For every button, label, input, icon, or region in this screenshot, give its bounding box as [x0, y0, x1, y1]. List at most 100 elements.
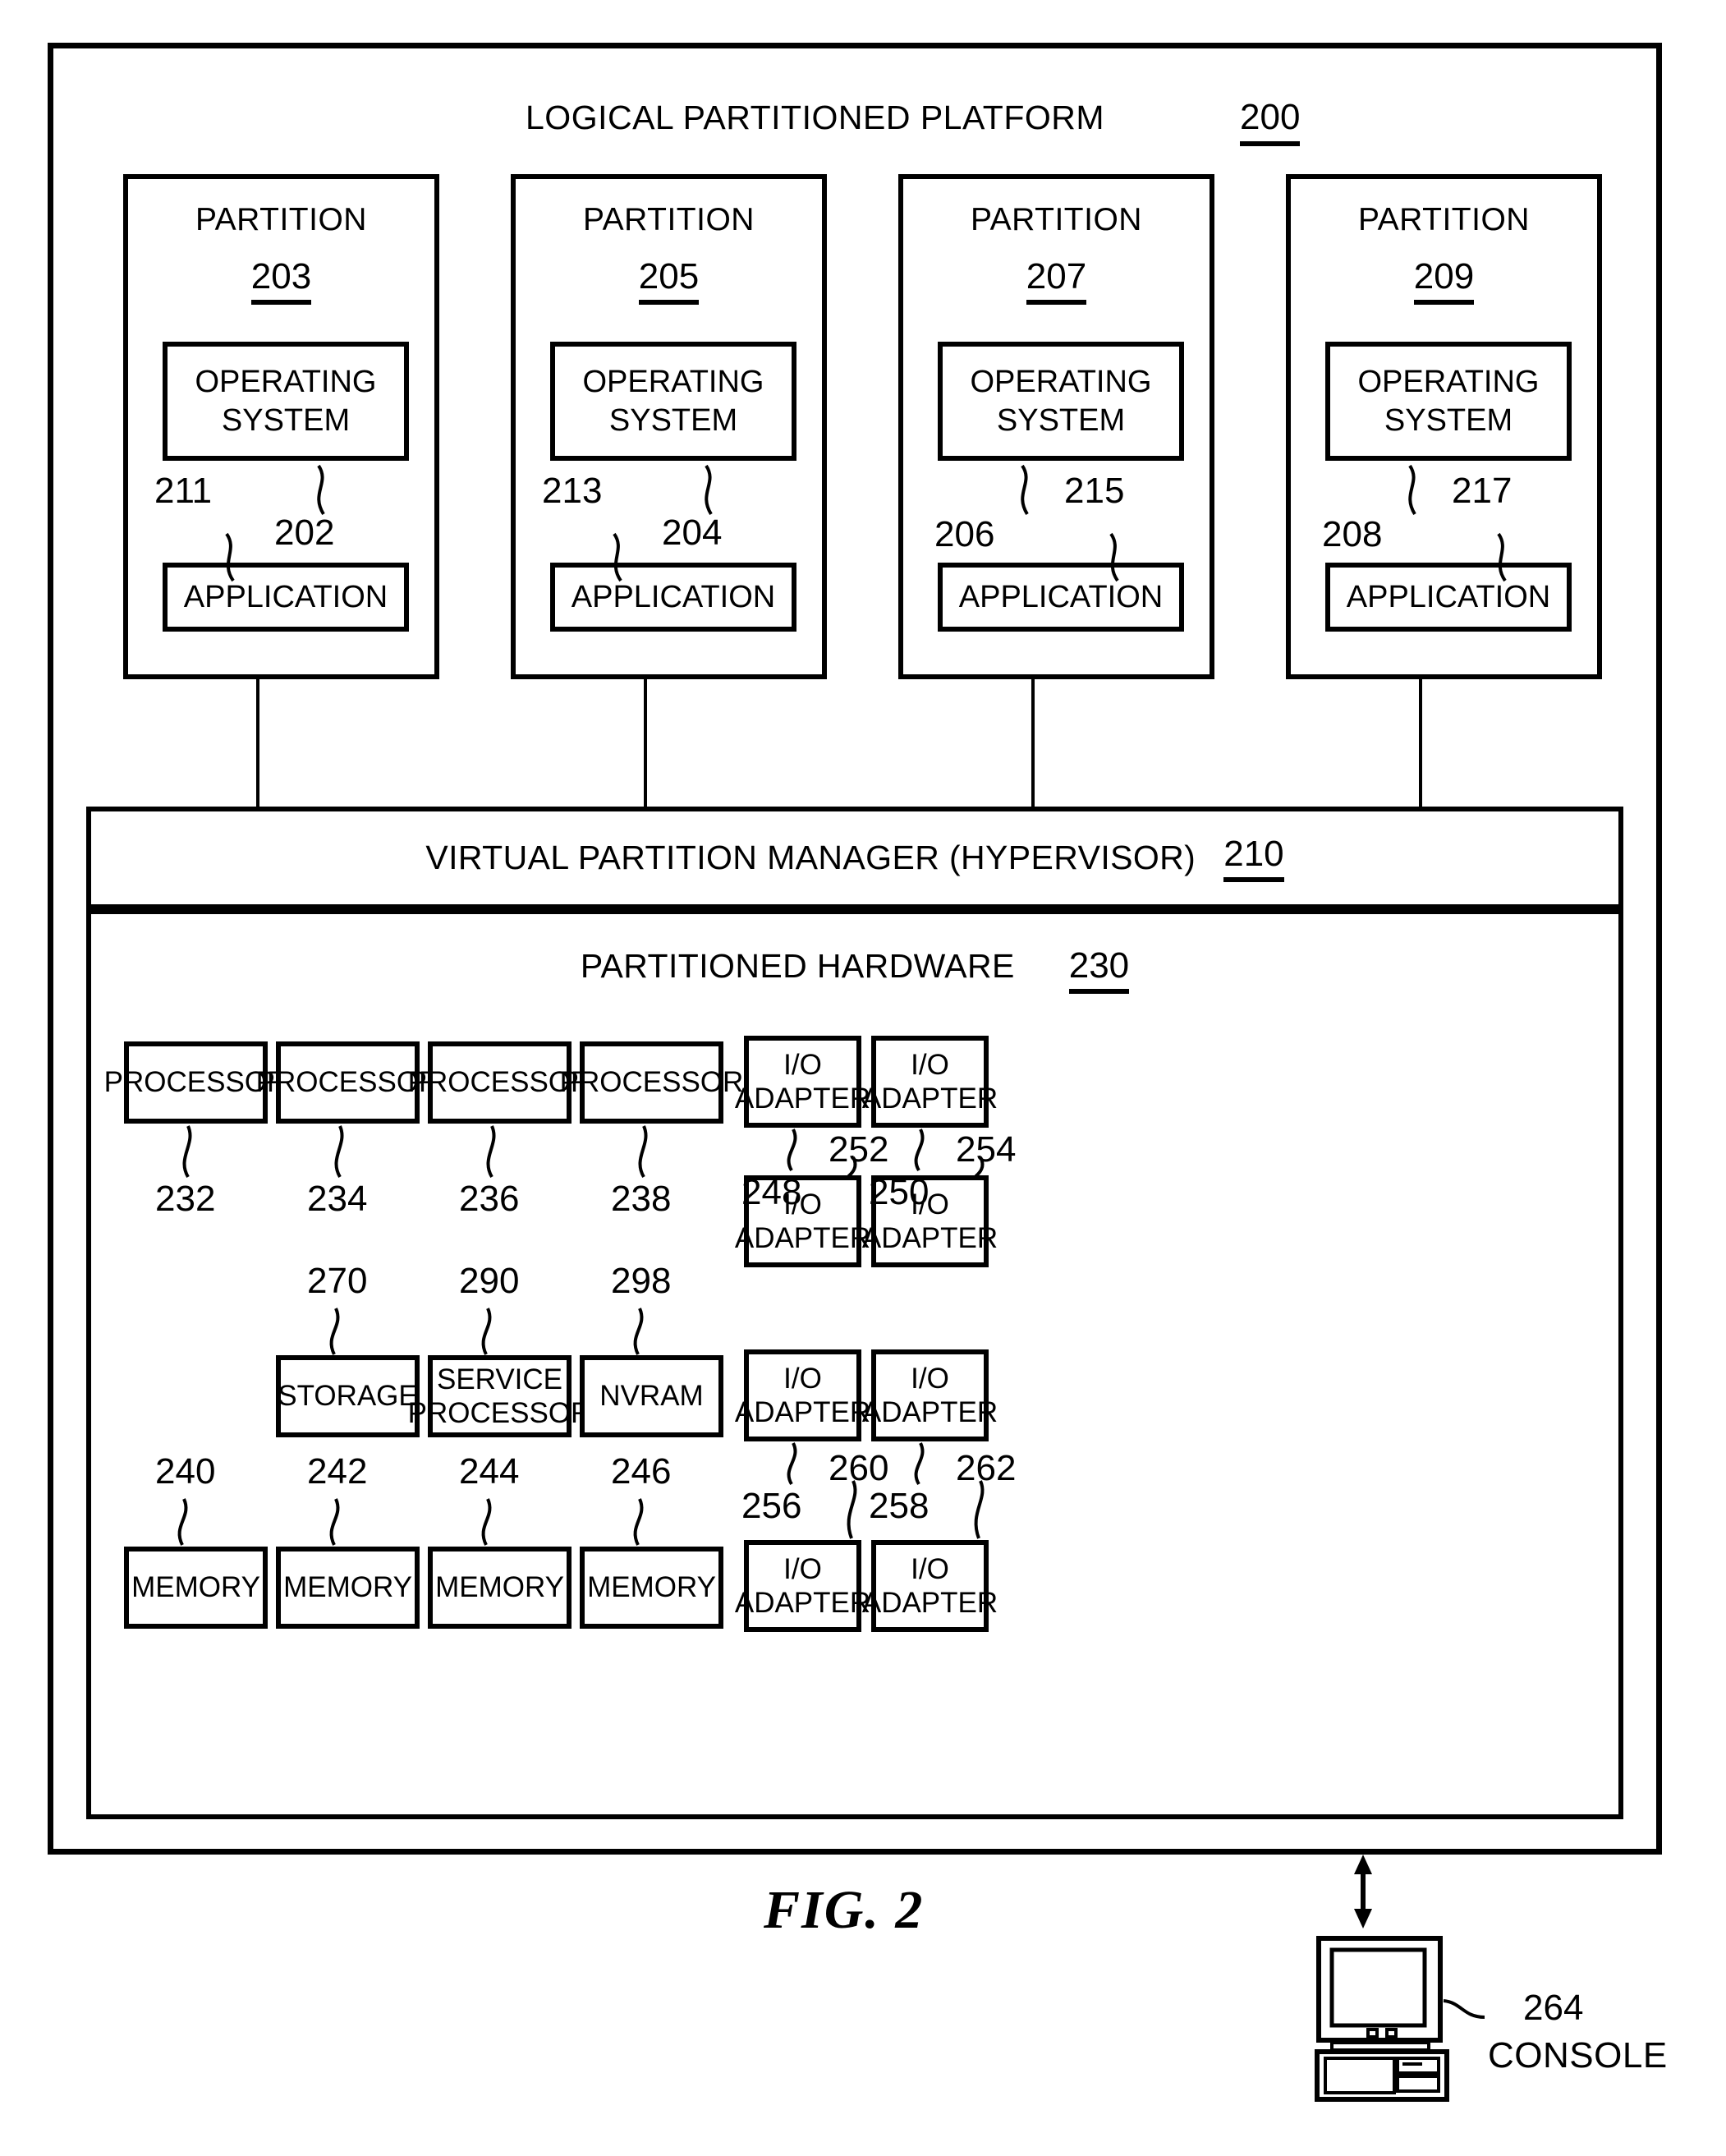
storage-reference-270: 270 — [307, 1261, 368, 1301]
io-adapter-box-262[interactable]: I/O ADAPTER — [862, 1540, 998, 1632]
os-label-line2: SYSTEM — [1384, 402, 1513, 438]
platform-title: LOGICAL PARTITIONED PLATFORM — [526, 99, 1105, 136]
processor-reference-234: 234 — [307, 1179, 368, 1219]
partition-ref-left-208: 208 — [1322, 514, 1383, 554]
service-processor-box-290[interactable]: SERVICE PROCESSOR — [408, 1355, 591, 1437]
io-adapter-label-line2: ADAPTER — [861, 1222, 998, 1254]
partition-reference-205: 205 — [638, 256, 700, 305]
io-adapter-box-260[interactable]: I/O ADAPTER — [735, 1540, 870, 1632]
io-adapter-box-250[interactable]: I/O ADAPTER — [862, 1036, 998, 1128]
service-processor-label-line2: PROCESSOR — [407, 1397, 592, 1429]
partitioned-hardware-header: PARTITIONED HARDWARE 230 — [91, 945, 1618, 995]
connector-partition-209-to-hypervisor — [1419, 679, 1422, 807]
io-adapter-label-line1: I/O — [911, 1552, 949, 1585]
partition-reference-203: 203 — [250, 256, 312, 305]
partition-ref-left-211: 211 — [154, 471, 213, 511]
os-label-line1: OPERATING — [582, 365, 764, 400]
memory-box-242[interactable]: MEMORY — [276, 1547, 420, 1629]
application-label: APPLICATION — [183, 579, 388, 614]
partition-ref-right-215: 215 — [1064, 471, 1125, 511]
processor-box-236[interactable]: PROCESSOR — [408, 1041, 591, 1124]
virtual-partition-manager-box[interactable]: VIRTUAL PARTITION MANAGER (HYPERVISOR) 2… — [86, 807, 1623, 909]
figure-caption: FIG. 2 — [764, 1880, 925, 1940]
application-box-209[interactable]: APPLICATION — [1325, 563, 1572, 632]
connector-partition-203-to-hypervisor — [256, 679, 259, 807]
io-adapter-label-line1: I/O — [911, 1362, 949, 1395]
partition-ref-left-206: 206 — [934, 514, 995, 554]
io-adapter-box-248[interactable]: I/O ADAPTER — [735, 1036, 870, 1128]
operating-system-box-209[interactable]: OPERATING SYSTEM — [1325, 342, 1572, 461]
io-adapter-reference-248: 248 — [741, 1172, 802, 1212]
partition-title-203: PARTITION — [195, 202, 367, 237]
memory-label: MEMORY — [283, 1571, 412, 1604]
memory-box-244[interactable]: MEMORY — [428, 1547, 572, 1629]
memory-reference-240: 240 — [155, 1451, 216, 1492]
partition-box-209[interactable]: PARTITION 209 OPERATING SYSTEM APPLICATI… — [1286, 174, 1602, 679]
processor-reference-238: 238 — [611, 1179, 672, 1219]
console-link-arrow — [1354, 1855, 1372, 1928]
partition-ref-left-213: 213 — [542, 471, 603, 511]
os-label-line2: SYSTEM — [608, 402, 738, 438]
memory-box-246[interactable]: MEMORY — [580, 1547, 723, 1629]
console-reference-numeral: 264 — [1523, 1988, 1584, 2028]
connector-partition-205-to-hypervisor — [644, 679, 647, 807]
application-label: APPLICATION — [1346, 579, 1551, 614]
partition-box-207[interactable]: PARTITION 207 OPERATING SYSTEM APPLICATI… — [898, 174, 1214, 679]
memory-label: MEMORY — [435, 1571, 564, 1604]
platform-reference-numeral: 200 — [1240, 97, 1301, 146]
partition-reference-207: 207 — [1026, 256, 1087, 305]
partitioned-hardware-title: PARTITIONED HARDWARE — [580, 947, 1015, 985]
io-adapter-label-line2: ADAPTER — [861, 1083, 998, 1115]
io-adapter-label-line1: I/O — [783, 1048, 822, 1081]
io-adapter-reference-262: 262 — [956, 1448, 1017, 1488]
storage-label: STORAGE — [278, 1380, 418, 1413]
io-adapter-label-line2: ADAPTER — [734, 1222, 871, 1254]
storage-box-270[interactable]: STORAGE — [276, 1355, 420, 1437]
io-adapter-reference-258: 258 — [869, 1486, 930, 1526]
application-label: APPLICATION — [958, 579, 1164, 614]
processor-box-238[interactable]: PROCESSOR — [560, 1041, 743, 1124]
application-box-205[interactable]: APPLICATION — [550, 563, 796, 632]
os-label-line2: SYSTEM — [996, 402, 1126, 438]
io-adapter-reference-252: 252 — [829, 1129, 889, 1170]
io-adapter-box-258[interactable]: I/O ADAPTER — [862, 1349, 998, 1441]
console-label: CONSOLE — [1488, 2035, 1668, 2076]
memory-reference-242: 242 — [307, 1451, 368, 1492]
os-label-line1: OPERATING — [195, 365, 377, 400]
processor-box-234[interactable]: PROCESSOR — [256, 1041, 439, 1124]
nvram-box-298[interactable]: NVRAM — [580, 1355, 723, 1437]
console-computer-icon — [1315, 1936, 1485, 2102]
application-box-207[interactable]: APPLICATION — [938, 563, 1184, 632]
io-adapter-label-line2: ADAPTER — [861, 1587, 998, 1619]
io-adapter-label-line1: I/O — [911, 1048, 949, 1081]
io-adapter-reference-256: 256 — [741, 1486, 802, 1526]
io-adapter-box-256[interactable]: I/O ADAPTER — [735, 1349, 870, 1441]
io-adapter-label-line2: ADAPTER — [861, 1396, 998, 1428]
operating-system-box-205[interactable]: OPERATING SYSTEM — [550, 342, 796, 461]
operating-system-box-207[interactable]: OPERATING SYSTEM — [938, 342, 1184, 461]
io-adapter-label-line2: ADAPTER — [734, 1083, 871, 1115]
memory-box-240[interactable]: MEMORY — [124, 1547, 268, 1629]
hypervisor-reference-numeral: 210 — [1223, 834, 1284, 883]
hypervisor-title: VIRTUAL PARTITION MANAGER (HYPERVISOR) — [425, 838, 1196, 876]
os-label-line1: OPERATING — [970, 365, 1152, 400]
partition-ref-right-217: 217 — [1452, 471, 1513, 511]
io-adapter-reference-254: 254 — [956, 1129, 1017, 1170]
service-processor-reference-290: 290 — [459, 1261, 520, 1301]
application-box-203[interactable]: APPLICATION — [163, 563, 409, 632]
processor-box-232[interactable]: PROCESSOR — [104, 1041, 287, 1124]
processor-label: PROCESSOR — [559, 1066, 744, 1099]
operating-system-box-203[interactable]: OPERATING SYSTEM — [163, 342, 409, 461]
io-adapter-label-line1: I/O — [783, 1552, 822, 1585]
partition-title-205: PARTITION — [583, 202, 755, 237]
partition-title-207: PARTITION — [971, 202, 1142, 237]
nvram-label: NVRAM — [599, 1380, 704, 1413]
memory-reference-244: 244 — [459, 1451, 520, 1492]
partition-ref-right-204: 204 — [662, 513, 723, 553]
processor-reference-236: 236 — [459, 1179, 520, 1219]
partition-box-203[interactable]: PARTITION 203 OPERATING SYSTEM APPLICATI… — [123, 174, 439, 679]
memory-reference-246: 246 — [611, 1451, 672, 1492]
memory-label: MEMORY — [587, 1571, 716, 1604]
partition-box-205[interactable]: PARTITION 205 OPERATING SYSTEM APPLICATI… — [511, 174, 827, 679]
partition-reference-209: 209 — [1413, 256, 1475, 305]
